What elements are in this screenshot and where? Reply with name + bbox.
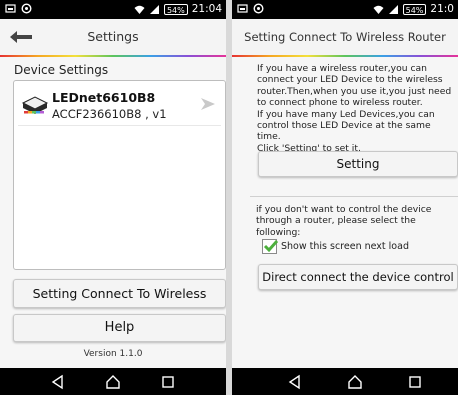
clock: 21:04: [191, 3, 222, 15]
rainbow-divider: [232, 55, 458, 57]
direct-connect-info: if you don't want to control the device …: [256, 204, 432, 238]
chevron-right-icon: [201, 98, 215, 110]
wireless-router-button[interactable]: Setting Connect To Wireless Router: [13, 279, 226, 328]
image-icon: [5, 4, 16, 13]
wifi-icon: [373, 5, 384, 14]
sync-icon: [253, 3, 264, 14]
recents-nav-icon[interactable]: [160, 374, 176, 390]
signal-icon: [388, 4, 398, 14]
device-name: LEDnet6610B8: [52, 90, 156, 105]
router-setup-screen: 54% 21:0 Setting Connect To Wireless Rou…: [232, 0, 458, 395]
direct-connect-button[interactable]: Direct connect the device control: [258, 264, 458, 290]
home-nav-icon[interactable]: [105, 374, 121, 390]
page-title: Settings: [87, 29, 139, 44]
recents-nav-icon[interactable]: [407, 374, 423, 390]
back-nav-icon[interactable]: [50, 374, 66, 390]
status-bar: 54% 21:0: [232, 0, 458, 19]
wifi-icon: [134, 5, 145, 14]
clock: 21:0: [430, 3, 454, 15]
rainbow-divider: [0, 55, 226, 57]
checkmark-icon: [263, 239, 279, 252]
sync-icon: [21, 3, 32, 14]
battery-icon: 54%: [163, 3, 188, 15]
nav-bar: [232, 368, 458, 395]
version-label: Version 1.1.0: [83, 349, 143, 359]
router-info-text: If you have a wireless router,you can co…: [257, 63, 452, 154]
signal-icon: [149, 4, 159, 14]
show-next-load-option[interactable]: Show this screen next load: [262, 238, 409, 254]
led-controller-icon: [21, 96, 49, 114]
checkbox-label: Show this screen next load: [281, 240, 409, 252]
section-label: Device Settings: [14, 63, 109, 77]
divider: [250, 196, 458, 197]
back-arrow-icon[interactable]: [10, 31, 32, 43]
home-nav-icon[interactable]: [347, 374, 363, 390]
title-bar: Settings: [0, 19, 226, 55]
image-icon: [237, 4, 248, 13]
back-nav-icon[interactable]: [287, 374, 303, 390]
device-mac: ACCF236610B8 , v1: [52, 107, 167, 121]
status-bar: 54% 21:04: [0, 0, 226, 19]
battery-icon: 54%: [402, 3, 427, 15]
help-button[interactable]: Help: [13, 314, 226, 342]
nav-bar: [0, 368, 226, 395]
page-title: Setting Connect To Wireless Router: [232, 19, 458, 55]
settings-screen: 54% 21:04 Settings Device Settings LEDne…: [0, 0, 226, 395]
device-list: LEDnet6610B8 ACCF236610B8 , v1: [13, 80, 226, 270]
setting-button[interactable]: Setting: [258, 151, 458, 177]
show-next-load-checkbox[interactable]: [262, 238, 279, 254]
device-list-item[interactable]: LEDnet6610B8 ACCF236610B8 , v1: [18, 85, 221, 126]
